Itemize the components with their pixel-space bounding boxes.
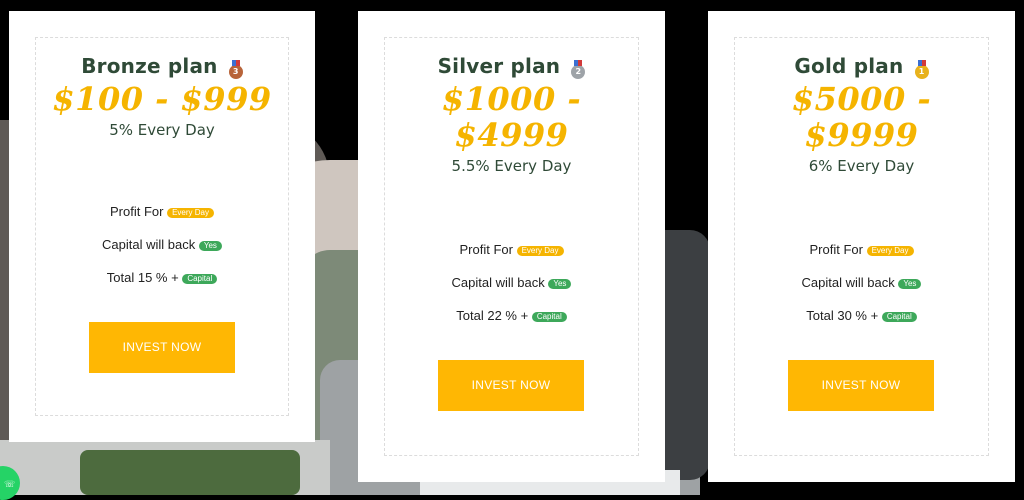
status-badge: Capital xyxy=(531,312,567,322)
feature-label: Profit For xyxy=(110,204,164,219)
feature-total: Total 30 % + Capital xyxy=(708,308,1015,323)
status-badge: Every Day xyxy=(167,208,214,218)
gold-medal-icon: 1 xyxy=(914,60,929,79)
plan-title: Gold plan xyxy=(794,54,904,78)
feature-capital: Capital will back Yes xyxy=(9,237,315,252)
invest-now-button[interactable]: INVEST NOW xyxy=(89,322,235,373)
feature-capital: Capital will back Yes xyxy=(708,275,1015,290)
whatsapp-glyph: ☏ xyxy=(4,479,16,489)
feature-label: Total 15 % + xyxy=(106,270,179,285)
plan-title-row: Bronze plan 3 xyxy=(9,54,315,79)
plan-price: $100 - $999 xyxy=(9,81,315,117)
invest-now-button[interactable]: INVEST NOW xyxy=(788,360,934,411)
feature-label: Profit For xyxy=(809,242,863,257)
feature-total: Total 15 % + Capital xyxy=(9,270,315,285)
feature-label: Profit For xyxy=(459,242,513,257)
status-badge: Yes xyxy=(898,279,922,289)
price-line-2: $9999 xyxy=(804,116,919,154)
status-badge: Every Day xyxy=(866,246,914,256)
feature-label: Capital will back xyxy=(801,275,895,290)
bronze-medal-icon: 3 xyxy=(228,60,243,79)
status-badge: Every Day xyxy=(516,246,564,256)
price-line-2: $4999 xyxy=(454,116,569,154)
invest-now-button[interactable]: INVEST NOW xyxy=(438,360,584,411)
plan-rate: 6% Every Day xyxy=(808,157,915,175)
status-badge: Capital xyxy=(881,312,917,322)
feature-capital: Capital will back Yes xyxy=(358,275,665,290)
feature-label: Total 30 % + xyxy=(806,308,879,323)
plan-price: $5000 - $9999 xyxy=(708,81,1015,153)
price-line-1: $1000 - xyxy=(441,80,582,118)
plan-title: Bronze plan xyxy=(81,54,218,78)
plan-title-row: Gold plan 1 xyxy=(708,54,1015,79)
price-line-1: $100 - $999 xyxy=(52,80,272,118)
feature-profit: Profit For Every Day xyxy=(708,242,1015,257)
status-badge: Yes xyxy=(198,241,222,251)
price-line-1: $5000 - xyxy=(791,80,932,118)
status-badge: Capital xyxy=(182,274,218,284)
feature-label: Capital will back xyxy=(102,237,196,252)
plan-title-row: Silver plan 2 xyxy=(358,54,665,79)
pricing-card-bronze: Bronze plan 3 $100 - $999 5% Every Day P… xyxy=(9,11,315,442)
feature-profit: Profit For Every Day xyxy=(358,242,665,257)
pricing-card-gold: Gold plan 1 $5000 - $9999 6% Every Day P… xyxy=(708,11,1015,482)
plan-rate: 5.5% Every Day xyxy=(451,157,572,175)
feature-label: Total 22 % + xyxy=(456,308,529,323)
pricing-card-silver: Silver plan 2 $1000 - $4999 5.5% Every D… xyxy=(358,11,665,482)
silver-medal-icon: 2 xyxy=(571,60,586,79)
feature-profit: Profit For Every Day xyxy=(9,204,315,219)
feature-label: Capital will back xyxy=(451,275,545,290)
plan-rate: 5% Every Day xyxy=(109,121,215,139)
plan-title: Silver plan xyxy=(437,54,561,78)
status-badge: Yes xyxy=(548,279,572,289)
feature-total: Total 22 % + Capital xyxy=(358,308,665,323)
plan-price: $1000 - $4999 xyxy=(358,81,665,153)
